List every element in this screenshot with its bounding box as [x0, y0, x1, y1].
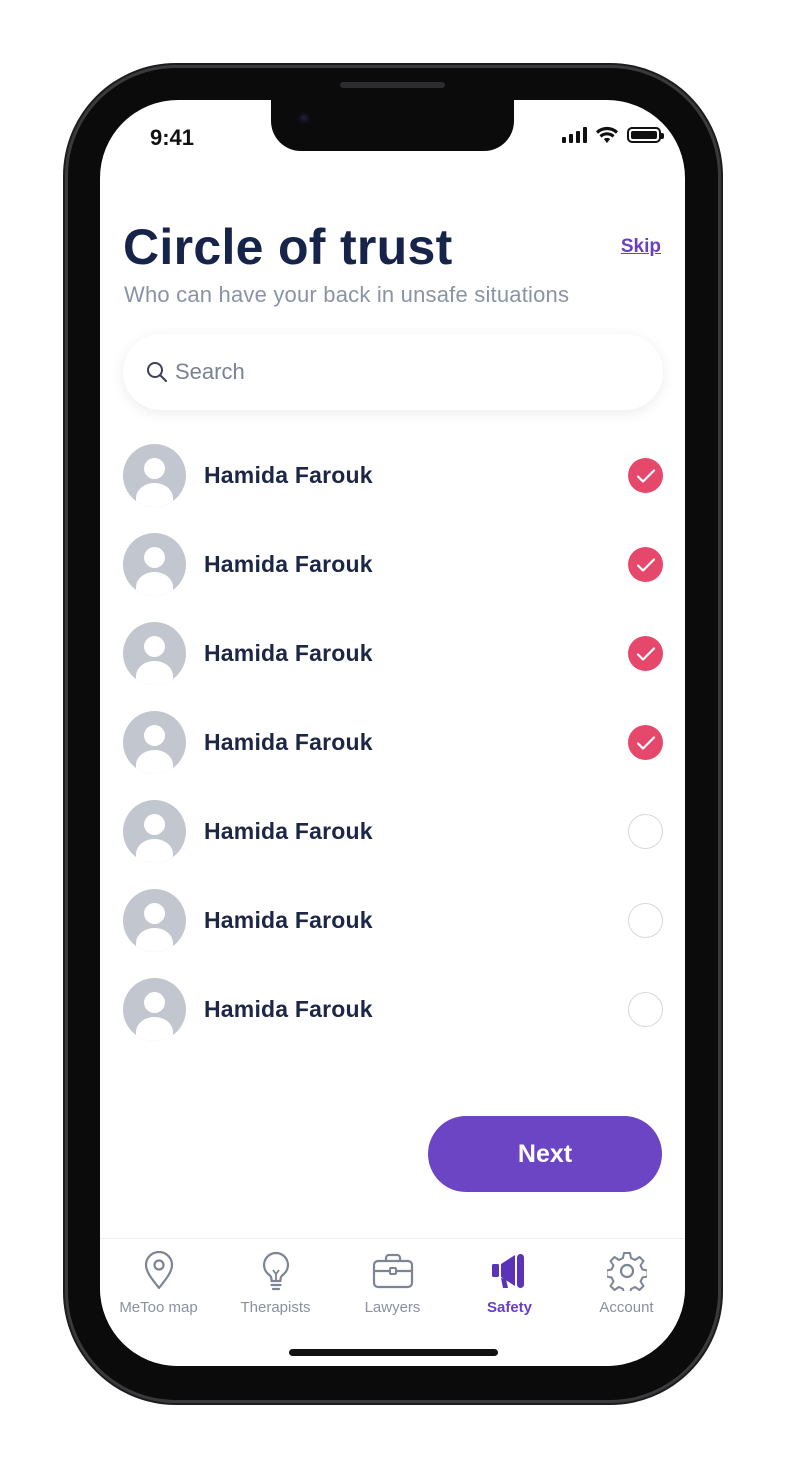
checked-checkbox[interactable] [628, 636, 663, 671]
checkmark-icon [636, 557, 655, 572]
earpiece-speaker [340, 82, 445, 88]
unchecked-checkbox[interactable] [628, 992, 663, 1027]
contact-name: Hamida Farouk [204, 462, 373, 488]
search-icon [147, 362, 167, 382]
avatar [123, 622, 186, 685]
page-subtitle: Who can have your back in unsafe situati… [124, 282, 570, 307]
contact-row[interactable]: Hamida Farouk [123, 609, 663, 698]
next-button[interactable]: Next [428, 1116, 662, 1192]
map-pin-icon [144, 1251, 173, 1290]
checkmark-icon [636, 735, 655, 750]
tab-label: Lawyers [364, 1299, 421, 1316]
contact-row[interactable]: Hamida Farouk [123, 698, 663, 787]
gear-icon [606, 1252, 647, 1291]
checkmark-icon [636, 468, 655, 483]
avatar [123, 444, 186, 507]
search-bar[interactable] [123, 334, 663, 410]
lightbulb-icon [262, 1251, 289, 1291]
wifi-icon [596, 126, 618, 143]
page-title: Circle of trust [123, 219, 453, 275]
contact-name: Hamida Farouk [204, 996, 373, 1022]
tab-metoo-map[interactable]: MeToo map [100, 1239, 217, 1329]
unchecked-checkbox[interactable] [628, 903, 663, 938]
checked-checkbox[interactable] [628, 547, 663, 582]
contact-row[interactable]: Hamida Farouk [123, 520, 663, 609]
unchecked-checkbox[interactable] [628, 814, 663, 849]
contact-name: Hamida Farouk [204, 551, 373, 577]
tab-therapists[interactable]: Therapists [217, 1239, 334, 1329]
notch [271, 100, 514, 151]
tab-label: Therapists [240, 1299, 311, 1316]
tab-account[interactable]: Account [568, 1239, 685, 1329]
bottom-tab-bar: MeToo map Therapists Lawyers Safety Acco… [100, 1238, 685, 1366]
contact-name: Hamida Farouk [204, 818, 373, 844]
contact-list: Hamida Farouk Hamida Farouk Hamida Farouk H… [123, 431, 663, 1054]
skip-link[interactable]: Skip [621, 236, 661, 258]
status-time: 9:41 [150, 125, 195, 150]
tab-lawyers[interactable]: Lawyers [334, 1239, 451, 1329]
contact-row[interactable]: Hamida Farouk [123, 965, 663, 1054]
avatar [123, 800, 186, 863]
checked-checkbox[interactable] [628, 725, 663, 760]
checkmark-icon [636, 646, 655, 661]
contact-row[interactable]: Hamida Farouk [123, 431, 663, 520]
tab-safety[interactable]: Safety [451, 1239, 568, 1329]
home-indicator [289, 1349, 498, 1356]
checked-checkbox[interactable] [628, 458, 663, 493]
search-input[interactable] [175, 359, 615, 385]
contact-row[interactable]: Hamida Farouk [123, 787, 663, 876]
megaphone-icon [491, 1254, 524, 1288]
avatar [123, 533, 186, 596]
tab-label: Account [599, 1299, 654, 1316]
tab-label: Safety [486, 1299, 533, 1316]
contact-row[interactable]: Hamida Farouk [123, 876, 663, 965]
front-camera [298, 112, 310, 124]
signal-icon [562, 127, 587, 143]
app-screen: 9:41 Circle of trust Skip Who can have y… [100, 100, 685, 1366]
contact-name: Hamida Farouk [204, 907, 373, 933]
battery-icon [627, 127, 664, 143]
contact-name: Hamida Farouk [204, 640, 373, 666]
tab-label: MeToo map [119, 1299, 198, 1316]
avatar [123, 711, 186, 774]
avatar [123, 889, 186, 952]
status-icons [562, 126, 664, 144]
avatar [123, 978, 186, 1041]
briefcase-icon [372, 1253, 413, 1289]
contact-name: Hamida Farouk [204, 729, 373, 755]
